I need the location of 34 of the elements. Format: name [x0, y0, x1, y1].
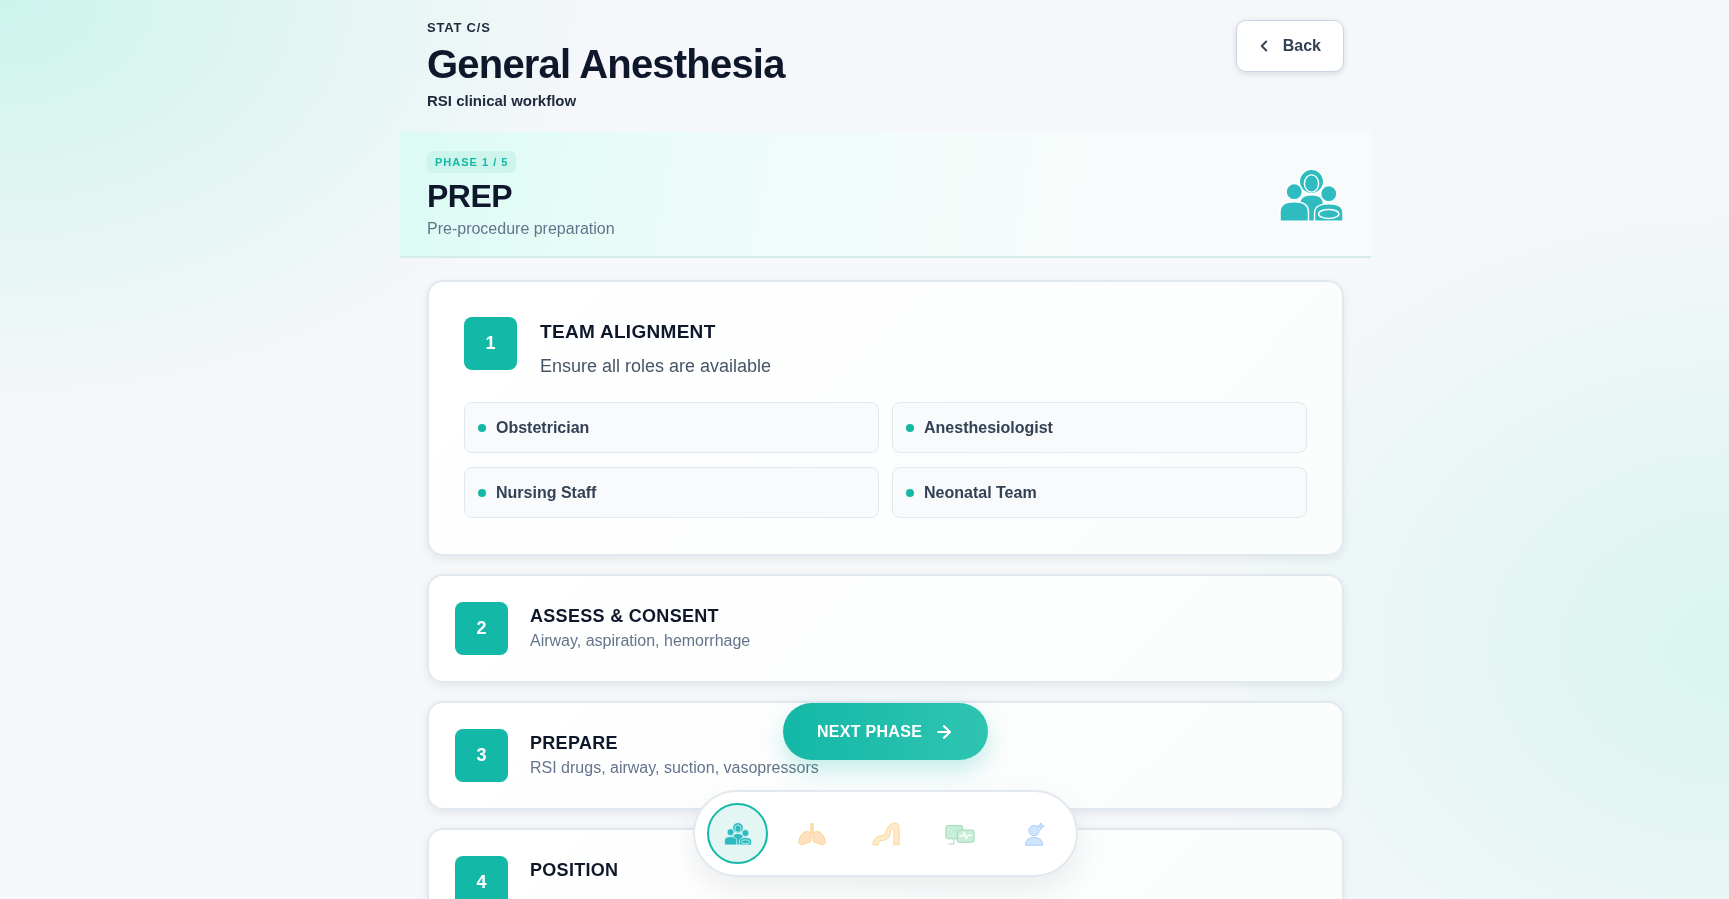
step-number: 1 — [464, 317, 517, 370]
phase-title: PREP — [427, 178, 513, 214]
role-label: Anesthesiologist — [924, 418, 1053, 437]
back-button[interactable]: Back — [1235, 20, 1344, 72]
step-number: 2 — [455, 602, 508, 655]
team-icon — [723, 822, 752, 845]
role-label: Obstetrician — [496, 418, 590, 437]
step-card[interactable]: 2 ASSESS & CONSENT Airway, aspiration, hemorrhage — [427, 574, 1344, 683]
team-icon — [1279, 168, 1344, 222]
step-subtitle: RSI drugs, airway, suction, vasopressors — [530, 759, 819, 777]
step-title: POSITION — [530, 859, 619, 881]
status-dot-icon — [906, 488, 914, 497]
status-dot-icon — [906, 423, 914, 432]
phase-subtitle: Pre-procedure preparation — [427, 219, 615, 239]
step-number: 3 — [455, 729, 508, 782]
page-eyebrow: STAT C/S — [427, 20, 492, 36]
role-label: Neonatal Team — [924, 483, 1037, 502]
monitor-icon — [944, 822, 975, 845]
step-subtitle: Ensure all roles are available — [540, 355, 772, 377]
step-title: PREPARE — [530, 732, 619, 754]
role-label: Nursing Staff — [496, 483, 597, 502]
status-dot-icon — [478, 488, 486, 497]
step-title: ASSESS & CONSENT — [530, 605, 720, 627]
status-dot-icon — [478, 423, 486, 432]
step-number: 4 — [455, 856, 508, 899]
page-title: General Anesthesia — [427, 41, 785, 87]
step-card[interactable]: 1 TEAM ALIGNMENT Ensure all roles are available Obstetrician Anesthesiologist Nursing Staff Neonatal Team — [427, 280, 1344, 556]
tube-icon — [871, 821, 900, 846]
phase-badge: PHASE 1 / 5 — [427, 151, 517, 173]
phase-tab[interactable] — [707, 803, 768, 864]
step-subtitle: Airway, aspiration, hemorrhage — [530, 632, 751, 650]
page-subtitle: RSI clinical workflow — [427, 92, 578, 110]
step-title: TEAM ALIGNMENT — [540, 321, 717, 343]
lungs-icon — [797, 821, 826, 846]
